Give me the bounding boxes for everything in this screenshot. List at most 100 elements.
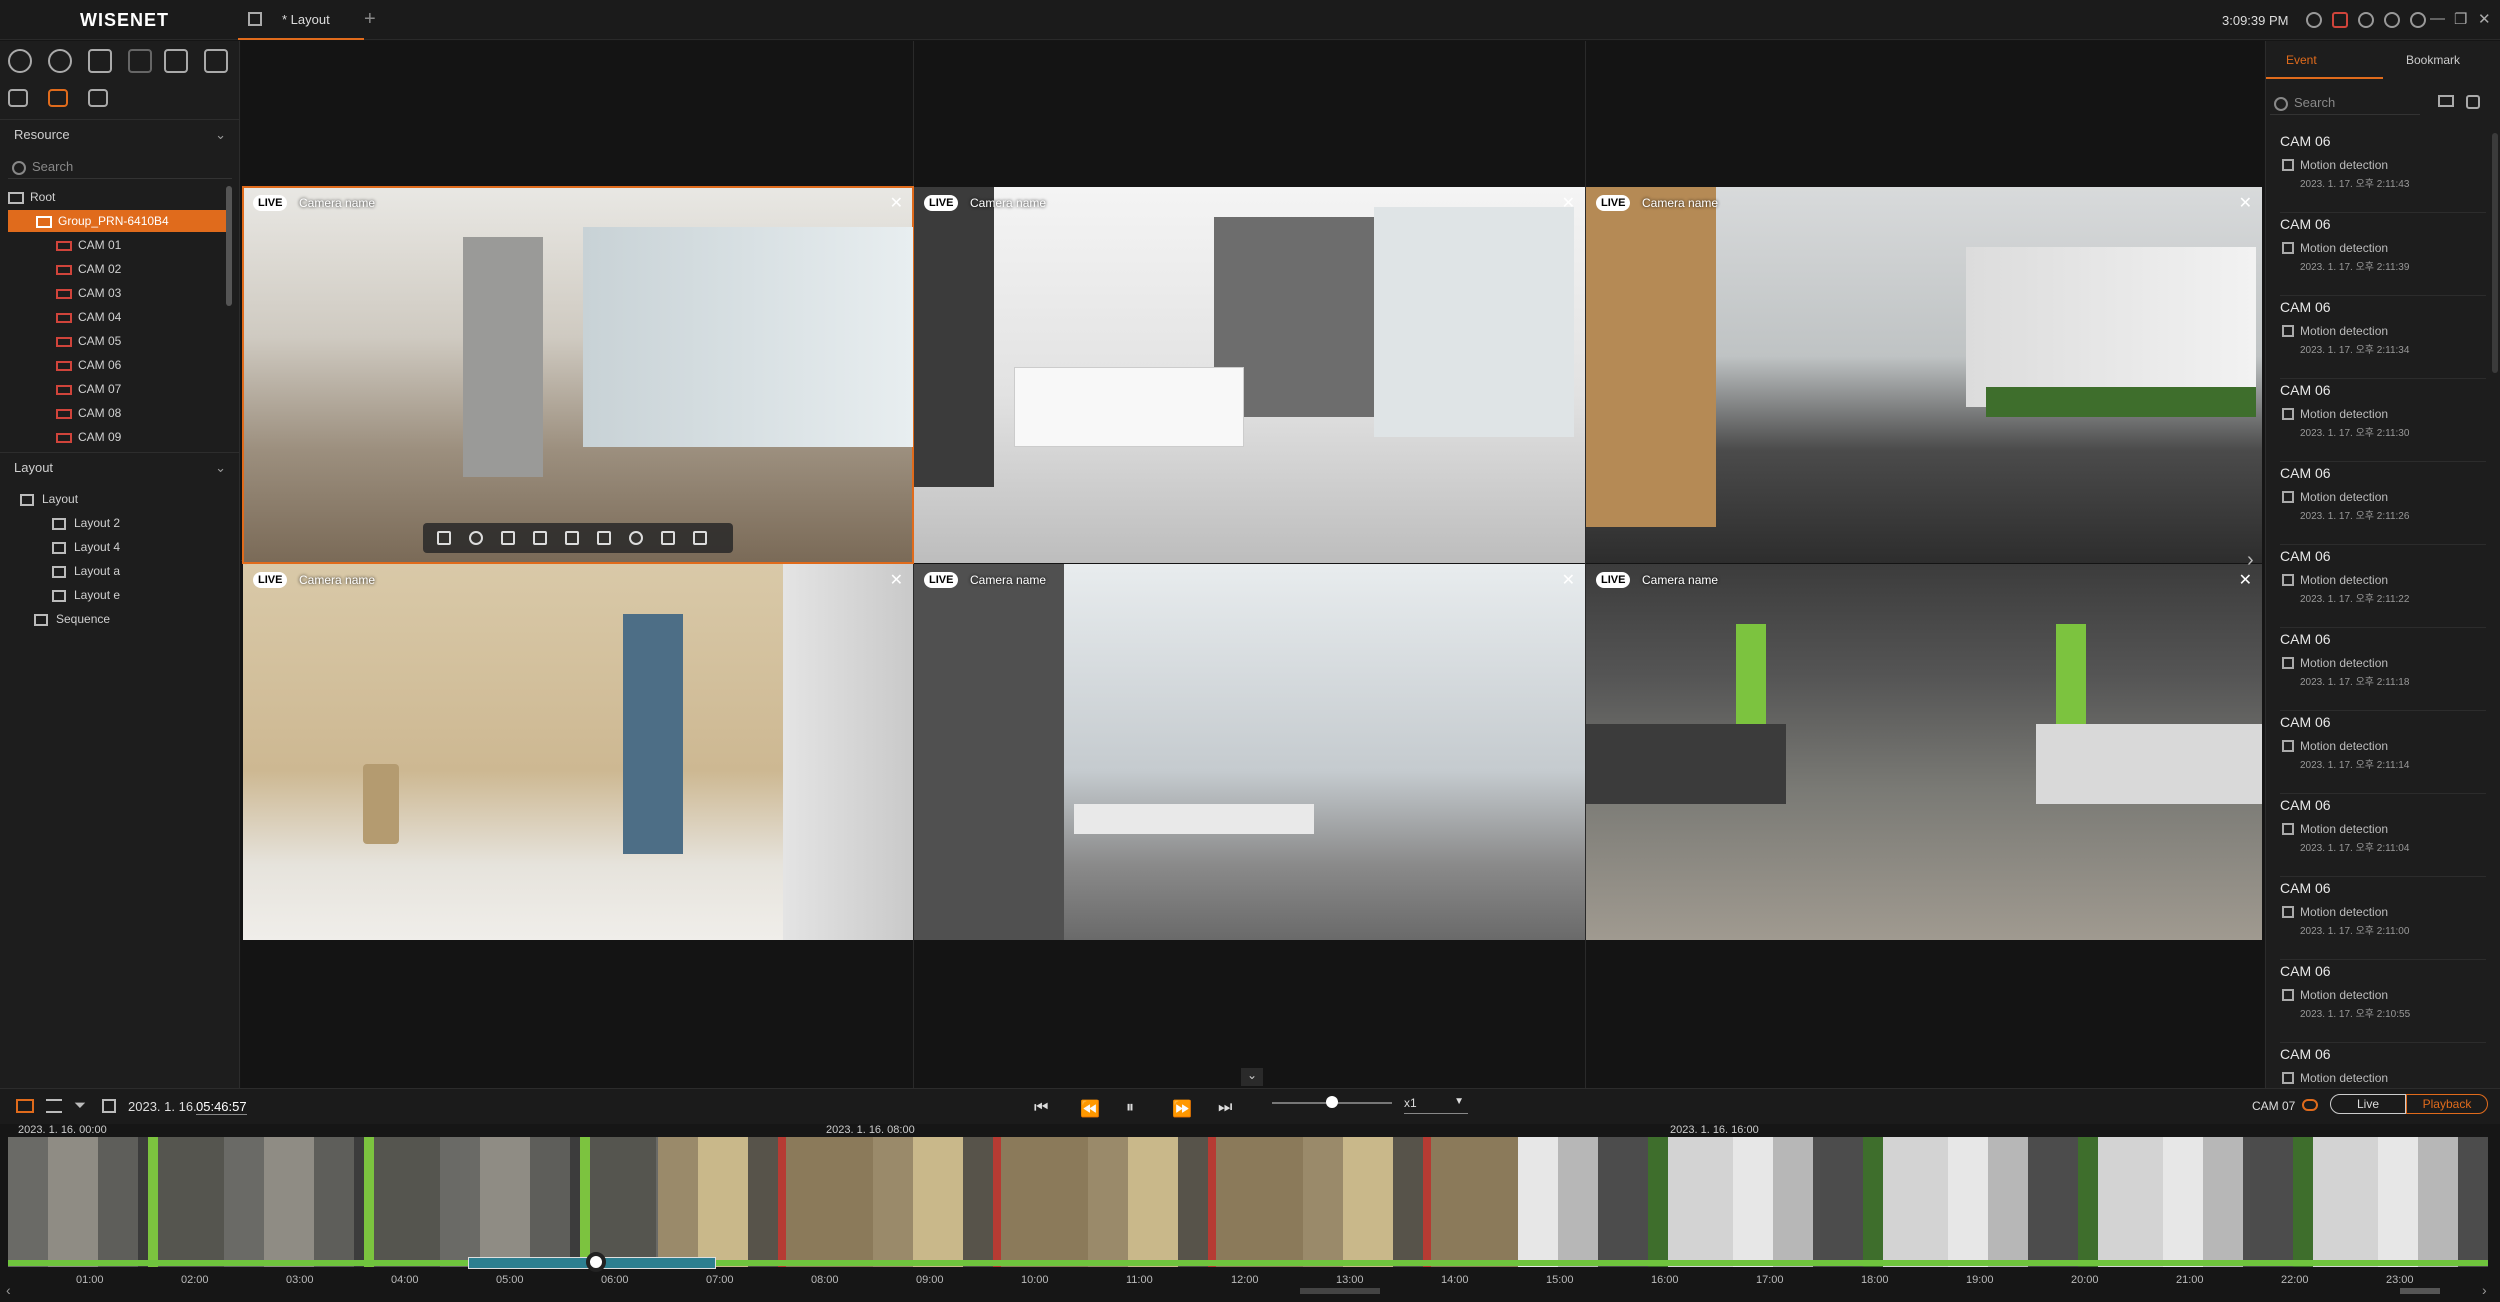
event-item[interactable]: CAM 06 Motion detection 2023. 1. 17. 오후 2:… bbox=[2280, 133, 2486, 213]
camera-tile[interactable]: LIVE Camera name ✕ bbox=[243, 564, 913, 940]
zoom-icon[interactable] bbox=[565, 531, 579, 545]
alarm-icon[interactable] bbox=[128, 49, 152, 73]
camera-tile[interactable]: LIVE Camera name ✕ bbox=[914, 187, 1585, 563]
event-scrollbar[interactable] bbox=[2492, 133, 2498, 373]
close-icon[interactable]: ✕ bbox=[2239, 570, 2252, 590]
text-icon[interactable] bbox=[597, 531, 611, 545]
timeline-scroll-right[interactable]: › bbox=[2482, 1282, 2487, 1298]
event-item[interactable]: CAM 06 Motion detection 2023. 1. 17. 오후 2:… bbox=[2280, 382, 2486, 462]
list-icon[interactable] bbox=[46, 1099, 62, 1113]
speed-slider-handle[interactable] bbox=[1326, 1096, 1338, 1108]
resource-scrollbar[interactable] bbox=[226, 186, 232, 306]
event-item[interactable]: CAM 06 Motion detection 2023. 1. 17. 오후 2:… bbox=[2280, 631, 2486, 711]
close-window-button[interactable]: ✕ bbox=[2478, 10, 2491, 28]
thumbnail-strip[interactable] bbox=[8, 1137, 658, 1267]
tree-root[interactable]: Root bbox=[8, 186, 228, 208]
tree-layout[interactable]: Layout a bbox=[52, 560, 120, 582]
layout-section-header[interactable]: Layout ⌄ bbox=[0, 452, 240, 482]
filter-icon[interactable] bbox=[533, 531, 547, 545]
chevron-right-icon[interactable]: › bbox=[2247, 549, 2254, 572]
timeline-hscrollbar[interactable] bbox=[1300, 1288, 1380, 1294]
event-item[interactable]: CAM 06 Motion detection bbox=[2280, 1046, 2486, 1086]
tree-cam[interactable]: CAM 04 bbox=[56, 306, 121, 328]
tab-bookmark[interactable]: Bookmark bbox=[2406, 53, 2460, 67]
ptz-icon[interactable] bbox=[629, 531, 643, 545]
tree-cam[interactable]: CAM 01 bbox=[56, 234, 121, 256]
tree-cam[interactable]: CAM 02 bbox=[56, 258, 121, 280]
tree-sequence[interactable]: Sequence bbox=[34, 608, 110, 630]
playback-date[interactable]: 2023. 1. 16. bbox=[128, 1099, 197, 1114]
event-item[interactable]: CAM 06 Motion detection 2023. 1. 17. 오후 2:… bbox=[2280, 465, 2486, 545]
speaker-icon[interactable] bbox=[164, 49, 188, 73]
event-item[interactable]: CAM 06 Motion detection 2023. 1. 17. 오후 2:… bbox=[2280, 299, 2486, 379]
restore-button[interactable]: ❐ bbox=[2454, 10, 2467, 28]
playback-toggle[interactable]: Playback bbox=[2406, 1094, 2488, 1114]
calendar-icon[interactable] bbox=[102, 1099, 116, 1113]
tree-cam[interactable]: CAM 03 bbox=[56, 282, 121, 304]
playhead-handle[interactable] bbox=[586, 1252, 606, 1272]
timeline-icon[interactable] bbox=[16, 1099, 34, 1113]
filter-icon[interactable]: ⏷ bbox=[74, 1097, 86, 1114]
close-icon[interactable]: ✕ bbox=[890, 570, 903, 590]
skip-last-button[interactable]: ⏭ bbox=[1218, 1099, 1232, 1117]
tab-layout[interactable]: * Layout bbox=[238, 0, 364, 40]
camera-tile[interactable]: LIVE Camera name ✕ bbox=[1586, 564, 2262, 940]
event-item[interactable]: CAM 06 Motion detection 2023. 1. 17. 오후 2:… bbox=[2280, 714, 2486, 794]
adjust-icon[interactable] bbox=[501, 531, 515, 545]
link-icon[interactable] bbox=[2302, 1099, 2318, 1111]
fast-forward-button[interactable]: ⏩ bbox=[1172, 1099, 1192, 1119]
tab-event[interactable]: Event bbox=[2286, 53, 2317, 67]
layout-view-icon[interactable] bbox=[48, 89, 68, 107]
playback-time[interactable]: 05:46:57 bbox=[196, 1099, 247, 1115]
tree-layout[interactable]: Layout e bbox=[52, 584, 120, 606]
tree-cam[interactable]: CAM 06 bbox=[56, 354, 121, 376]
resource-section-header[interactable]: Resource ⌄ bbox=[0, 119, 240, 149]
view-icon[interactable] bbox=[469, 531, 483, 545]
settings-icon[interactable] bbox=[2306, 12, 2322, 28]
close-icon[interactable]: ✕ bbox=[890, 193, 903, 213]
screen-record-icon[interactable] bbox=[88, 89, 108, 107]
pause-button[interactable]: ⏸ bbox=[1126, 1099, 1134, 1117]
skip-first-button[interactable]: ⏮ bbox=[1034, 1099, 1048, 1117]
thumbnail-strip[interactable] bbox=[658, 1137, 1518, 1267]
event-search-input[interactable]: Search bbox=[2270, 89, 2420, 115]
tree-group-selected[interactable]: Group_PRN-6410B4 bbox=[8, 210, 232, 232]
fullscreen-icon[interactable] bbox=[204, 49, 228, 73]
move-icon[interactable] bbox=[437, 531, 451, 545]
chevron-down-icon[interactable]: ⌄ bbox=[1241, 1068, 1263, 1086]
event-item[interactable]: CAM 06 Motion detection 2023. 1. 17. 오후 2:… bbox=[2280, 797, 2486, 877]
event-item[interactable]: CAM 06 Motion detection 2023. 1. 17. 오후 2:… bbox=[2280, 216, 2486, 296]
tree-layout[interactable]: Layout bbox=[20, 488, 78, 510]
tree-cam[interactable]: CAM 09 bbox=[56, 426, 121, 448]
close-icon[interactable]: ✕ bbox=[1562, 570, 1575, 590]
camera-settings-icon[interactable] bbox=[88, 49, 112, 73]
tree-layout[interactable]: Layout 4 bbox=[52, 536, 120, 558]
camera-tile[interactable]: LIVE Camera name ✕ bbox=[1586, 187, 2262, 563]
event-item[interactable]: CAM 06 Motion detection 2023. 1. 17. 오후 2:… bbox=[2280, 548, 2486, 628]
thumbnail-strip[interactable] bbox=[1518, 1137, 2488, 1267]
event-item[interactable]: CAM 06 Motion detection 2023. 1. 17. 오후 2:… bbox=[2280, 963, 2486, 1043]
info-icon[interactable] bbox=[2384, 12, 2400, 28]
timeline[interactable]: 2023. 1. 16. 00:00 2023. 1. 16. 08:00 20… bbox=[0, 1124, 2500, 1302]
add-tab-button[interactable]: + bbox=[364, 8, 376, 31]
camera-tile[interactable]: LIVE Camera name ✕ bbox=[242, 186, 914, 564]
minimize-button[interactable]: — bbox=[2430, 10, 2445, 27]
timeline-scroll-left[interactable]: ‹ bbox=[6, 1282, 11, 1298]
search-icon[interactable] bbox=[8, 49, 32, 73]
tree-layout[interactable]: Layout 2 bbox=[52, 512, 120, 534]
alert-icon[interactable] bbox=[2332, 12, 2348, 28]
user-icon[interactable] bbox=[2358, 12, 2374, 28]
export-icon[interactable] bbox=[2466, 95, 2480, 109]
event-item[interactable]: CAM 06 Motion detection 2023. 1. 17. 오후 2:… bbox=[2280, 880, 2486, 960]
snapshot-icon[interactable] bbox=[693, 531, 707, 545]
select-all-icon[interactable] bbox=[8, 89, 28, 107]
help-icon[interactable] bbox=[2410, 12, 2426, 28]
close-icon[interactable]: ✕ bbox=[2239, 193, 2252, 213]
settings-icon[interactable] bbox=[48, 49, 72, 73]
rewind-button[interactable]: ⏪ bbox=[1080, 1099, 1100, 1119]
tree-cam[interactable]: CAM 08 bbox=[56, 402, 121, 424]
resource-search-input[interactable]: Search bbox=[8, 153, 232, 179]
tree-cam[interactable]: CAM 05 bbox=[56, 330, 121, 352]
recording-bar[interactable] bbox=[8, 1260, 2488, 1266]
filter-panel-icon[interactable] bbox=[2438, 95, 2454, 107]
